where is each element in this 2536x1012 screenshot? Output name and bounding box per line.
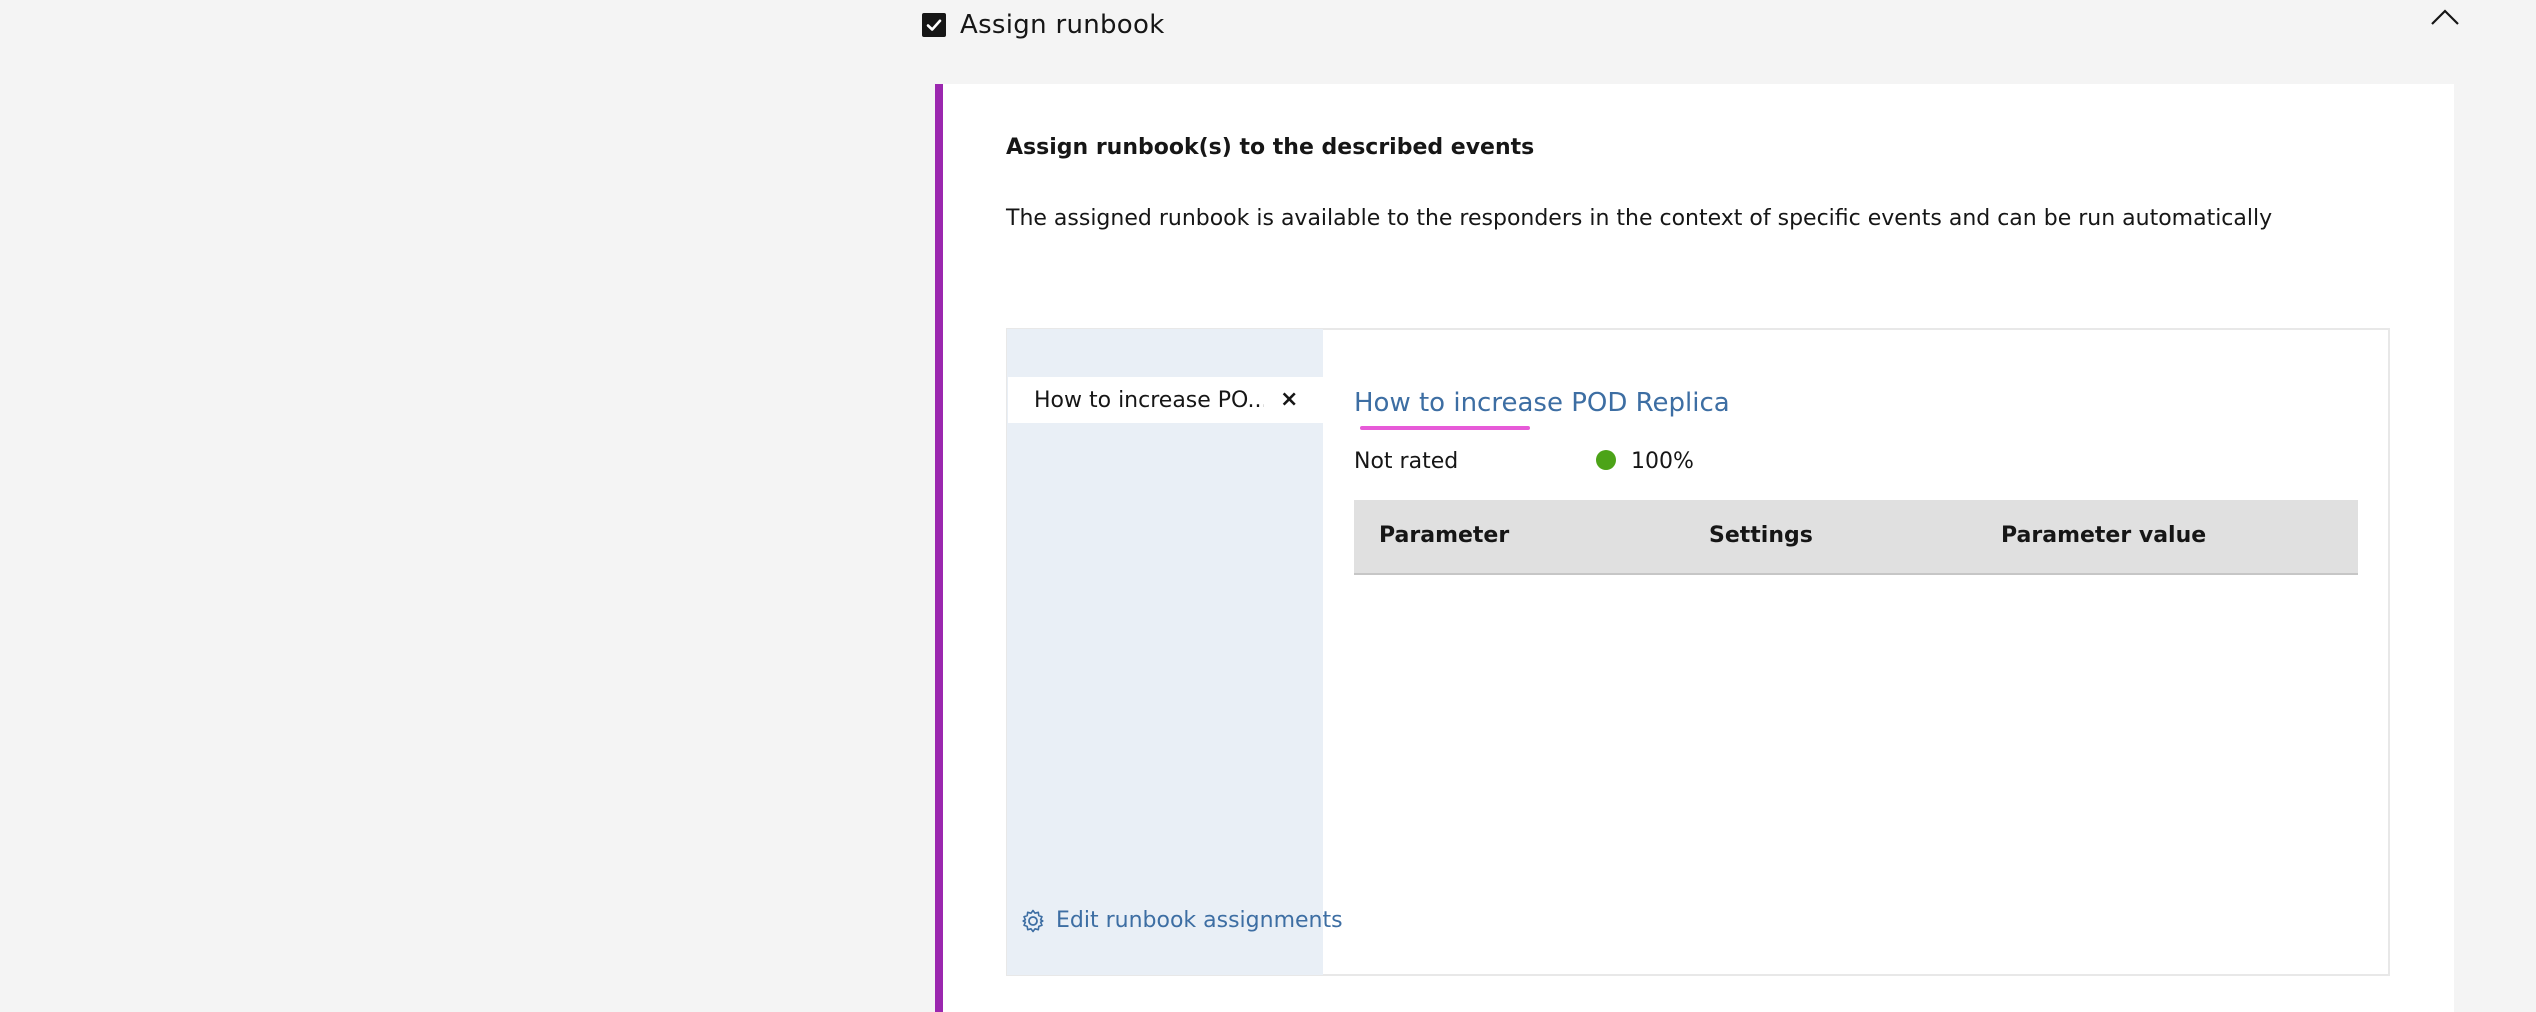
runbook-list-sidebar xyxy=(1007,329,1323,975)
status-dot-icon xyxy=(1596,450,1616,470)
remove-runbook-icon[interactable]: × xyxy=(1280,377,1298,423)
chevron-up-icon[interactable] xyxy=(2428,2,2462,32)
runbook-list-item-label: How to increase PO... xyxy=(1034,387,1264,413)
title-underline xyxy=(1360,426,1530,430)
column-header-parameter-value: Parameter value xyxy=(2001,523,2207,548)
edit-runbook-assignments-link[interactable]: Edit runbook assignments xyxy=(1020,904,1343,938)
runbook-success-rate: 100% xyxy=(1631,449,1694,474)
runbook-list-item[interactable]: How to increase PO... × xyxy=(1008,377,1323,423)
assign-runbook-checkbox[interactable] xyxy=(922,13,946,37)
runbook-title-link[interactable]: How to increase POD Replica xyxy=(1354,385,1730,421)
accordion-title: Assign runbook xyxy=(960,10,1165,40)
runbook-rating: Not rated xyxy=(1354,449,1459,474)
column-header-parameter: Parameter xyxy=(1379,523,1510,548)
edit-runbook-assignments-label: Edit runbook assignments xyxy=(1056,908,1343,933)
parameter-table-header: Parameter Settings Parameter value xyxy=(1354,500,2358,575)
gear-icon xyxy=(1022,909,1044,933)
column-header-settings: Settings xyxy=(1709,523,1813,548)
panel-accent-bar xyxy=(935,84,943,1012)
checkmark-icon xyxy=(926,19,942,31)
panel-heading: Assign runbook(s) to the described event… xyxy=(1006,135,1535,160)
panel-description: The assigned runbook is available to the… xyxy=(1006,206,2273,231)
